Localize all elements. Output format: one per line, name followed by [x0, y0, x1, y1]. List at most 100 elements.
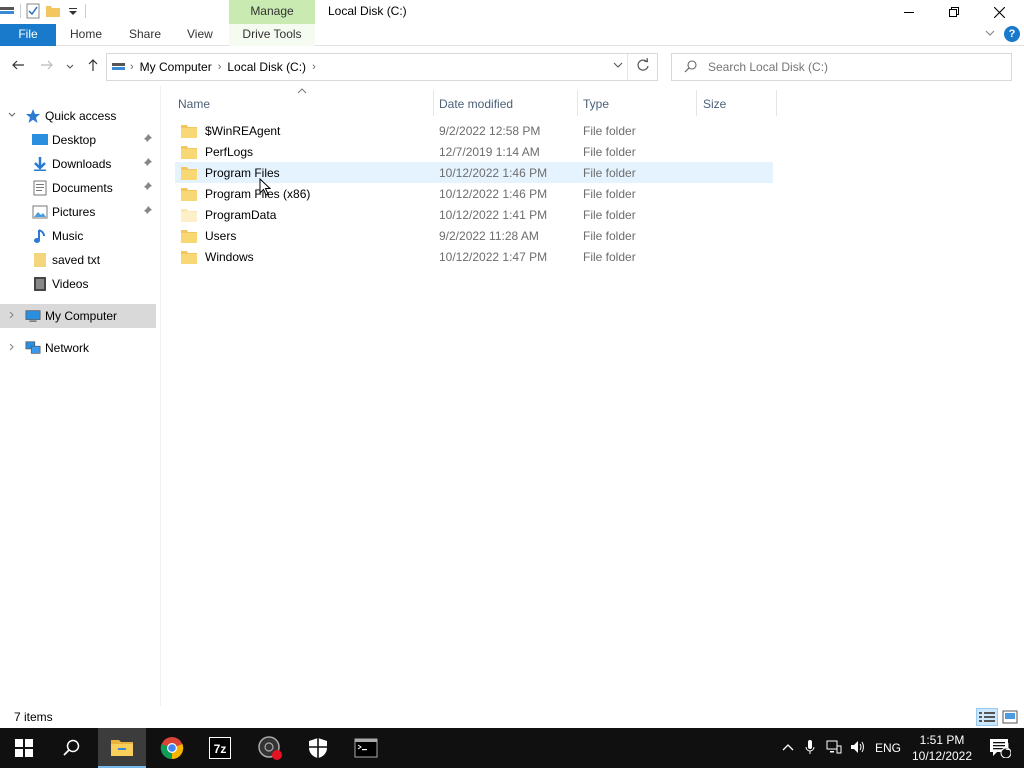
file-type: File folder	[583, 186, 636, 201]
nav-item-my-computer[interactable]: My Computer	[0, 304, 156, 328]
nav-item-pictures[interactable]: Pictures	[0, 200, 156, 224]
breadcrumb-separator[interactable]: ›	[309, 61, 319, 73]
file-list: Name Date modified Type Size $WinREAgent…	[160, 86, 1024, 706]
chevron-right-icon[interactable]	[5, 342, 19, 355]
details-view-button[interactable]	[976, 708, 998, 726]
tab-home[interactable]: Home	[60, 24, 112, 46]
nav-quick-access[interactable]: Quick access	[0, 104, 156, 128]
refresh-button[interactable]	[627, 54, 657, 80]
nav-label-my-computer: My Computer	[45, 309, 118, 323]
nav-item-desktop[interactable]: Desktop	[0, 128, 156, 152]
close-button[interactable]	[976, 0, 1022, 24]
breadcrumb-separator[interactable]: ›	[127, 61, 137, 73]
properties-icon[interactable]	[25, 3, 41, 19]
file-name: $WinREAgent	[205, 123, 281, 138]
title-bar: Manage Local Disk (C:)	[0, 0, 1024, 24]
input-language[interactable]: ENG	[870, 741, 906, 755]
breadcrumb-separator[interactable]: ›	[215, 61, 225, 73]
tab-drive-tools[interactable]: Drive Tools	[229, 24, 315, 46]
action-center-button[interactable]: 1	[976, 728, 1024, 768]
chevron-down-icon[interactable]	[5, 110, 19, 123]
ribbon-tabs: File Home Share View Drive Tools ?	[0, 24, 1024, 46]
taskbar-command-prompt[interactable]	[342, 728, 390, 768]
file-row[interactable]: PerfLogs 12/7/2019 1:14 AM File folder	[175, 141, 773, 162]
network-status-icon[interactable]	[822, 740, 846, 757]
show-hidden-icons-button[interactable]	[778, 741, 798, 755]
file-name: Windows	[205, 249, 254, 264]
nav-item-videos[interactable]: Videos	[0, 272, 156, 296]
restore-icon	[949, 7, 959, 17]
search-button[interactable]	[48, 728, 96, 768]
file-row[interactable]: Users 9/2/2022 11:28 AM File folder	[175, 225, 773, 246]
mouse-cursor-icon	[259, 178, 271, 196]
pin-icon[interactable]	[142, 157, 152, 171]
file-name: Program Files	[205, 165, 280, 180]
file-date: 10/12/2022 1:41 PM	[439, 207, 548, 222]
address-bar[interactable]: › My Computer › Local Disk (C:) ›	[106, 53, 658, 81]
chevron-right-icon[interactable]	[5, 310, 19, 323]
nav-item-downloads[interactable]: Downloads	[0, 152, 156, 176]
system-tray: ENG	[778, 728, 906, 768]
address-dropdown-icon[interactable]	[613, 60, 623, 73]
forward-button[interactable]	[37, 57, 57, 77]
large-icons-view-button[interactable]	[999, 708, 1021, 726]
taskbar-chrome[interactable]	[148, 728, 196, 768]
file-name: ProgramData	[205, 207, 277, 222]
nav-label-network: Network	[45, 341, 90, 355]
nav-item-network[interactable]: Network	[0, 336, 156, 360]
details-view-icon	[979, 712, 995, 722]
taskbar-security[interactable]	[294, 728, 342, 768]
start-button[interactable]	[0, 728, 48, 768]
search-icon	[684, 59, 698, 76]
file-type: File folder	[583, 123, 636, 138]
breadcrumb-my-computer[interactable]: My Computer	[137, 60, 215, 74]
folder-icon	[32, 252, 48, 268]
new-folder-icon[interactable]	[45, 3, 61, 19]
taskbar-file-explorer[interactable]	[98, 728, 146, 768]
column-header-name[interactable]: Name	[178, 92, 432, 116]
column-divider[interactable]	[776, 90, 777, 116]
column-header-type[interactable]: Type	[583, 92, 693, 116]
column-header-size[interactable]: Size	[703, 92, 773, 116]
breadcrumb-local-disk[interactable]: Local Disk (C:)	[224, 60, 309, 74]
volume-icon[interactable]	[846, 740, 870, 757]
maximize-button[interactable]	[931, 0, 977, 24]
file-type: File folder	[583, 207, 636, 222]
help-icon[interactable]: ?	[1004, 26, 1020, 42]
explorer-app-icon[interactable]	[0, 3, 16, 19]
microphone-icon[interactable]	[798, 739, 822, 758]
clock[interactable]: 1:51 PM 10/12/2022	[910, 732, 974, 764]
nav-label: Desktop	[52, 133, 97, 147]
column-divider[interactable]	[696, 90, 697, 116]
nav-item-music[interactable]: Music	[0, 224, 156, 248]
up-button[interactable]	[83, 57, 103, 77]
column-header-date[interactable]: Date modified	[439, 92, 575, 116]
back-arrow-icon	[12, 60, 24, 70]
minimize-button[interactable]	[886, 0, 932, 24]
taskbar-recorder[interactable]	[246, 728, 294, 768]
search-input[interactable]	[708, 60, 988, 74]
pin-icon[interactable]	[142, 181, 152, 195]
column-divider[interactable]	[433, 90, 434, 116]
back-button[interactable]	[8, 57, 28, 77]
nav-item-saved-txt[interactable]: saved txt	[0, 248, 156, 272]
manage-context-tab[interactable]: Manage	[229, 0, 315, 24]
search-box[interactable]	[671, 53, 1012, 81]
nav-item-documents[interactable]: Documents	[0, 176, 156, 200]
expand-ribbon-icon[interactable]	[984, 27, 996, 42]
file-type: File folder	[583, 165, 636, 180]
pin-icon[interactable]	[142, 205, 152, 219]
taskbar-7zip[interactable]: 7z	[196, 728, 244, 768]
file-row[interactable]: ProgramData 10/12/2022 1:41 PM File fold…	[175, 204, 773, 225]
recent-locations-button[interactable]	[62, 57, 78, 77]
tab-view[interactable]: View	[177, 24, 223, 46]
navigation-bar: › My Computer › Local Disk (C:) ›	[0, 52, 1024, 82]
file-name: Users	[205, 228, 237, 243]
column-divider[interactable]	[577, 90, 578, 116]
pin-icon[interactable]	[142, 133, 152, 147]
tab-file[interactable]: File	[0, 24, 56, 46]
file-row[interactable]: $WinREAgent 9/2/2022 12:58 PM File folde…	[175, 120, 773, 141]
tab-share[interactable]: Share	[119, 24, 171, 46]
customize-qat-icon[interactable]	[65, 3, 81, 19]
file-row[interactable]: Windows 10/12/2022 1:47 PM File folder	[175, 246, 773, 267]
